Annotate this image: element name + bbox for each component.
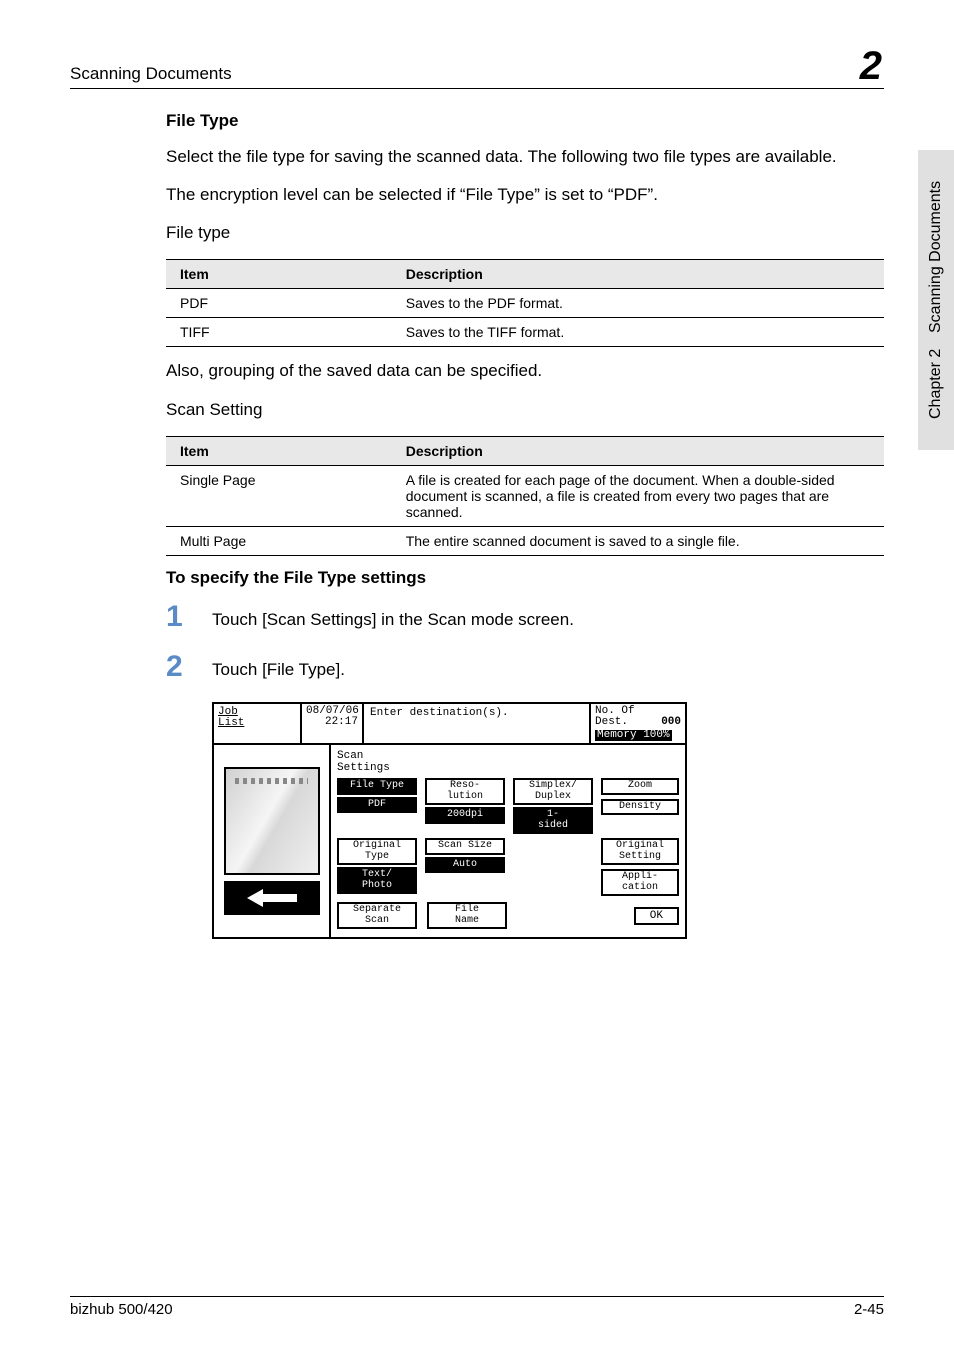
step-2: 2 Touch [File Type]. [166, 652, 884, 682]
table-row: PDF Saves to the PDF format. [166, 289, 884, 318]
col-item: Item [166, 436, 396, 465]
paragraph-file-type-intro: Select the file type for saving the scan… [166, 145, 884, 169]
cell-item: Multi Page [166, 526, 396, 555]
side-tab-section: Scanning Documents [927, 181, 945, 333]
cell-item: TIFF [166, 318, 396, 347]
step-number: 2 [166, 652, 212, 682]
table-row: Multi Page The entire scanned document i… [166, 526, 884, 555]
label-file-type: File type [166, 221, 884, 245]
title-bar: Enter destination(s). [364, 704, 589, 744]
status-area: No. Of Dest. 000 Memory 100% [589, 704, 685, 744]
table-row: Item Description [166, 436, 884, 465]
table-scansetting: Item Description Single Page A file is c… [166, 436, 884, 556]
col-desc: Description [396, 260, 884, 289]
scan-settings-label: Scan Settings [337, 751, 679, 774]
file-name-button[interactable]: File Name [427, 902, 507, 929]
application-button[interactable]: Appli- cation [601, 869, 679, 896]
page-header: Scanning Documents 2 [70, 48, 884, 89]
footer-left: bizhub 500/420 [70, 1301, 173, 1318]
heading-file-type: File Type [166, 111, 884, 131]
label-scan-setting: Scan Setting [166, 398, 884, 422]
table-row: Item Description [166, 260, 884, 289]
ok-button[interactable]: OK [634, 907, 679, 925]
cell-item: Single Page [166, 465, 396, 526]
preview-pane [214, 745, 331, 937]
cell-desc: Saves to the PDF format. [396, 289, 884, 318]
step-number: 1 [166, 602, 212, 632]
file-type-button[interactable]: File Type [337, 778, 417, 795]
col-item: Item [166, 260, 396, 289]
side-tab-chapter: Chapter 2 [927, 349, 945, 419]
density-button[interactable]: Density [601, 799, 679, 816]
scan-size-value: Auto [425, 857, 505, 874]
footer-right: 2-45 [854, 1301, 884, 1318]
touchscreen-screenshot: Job List 08/07/06 22:17 Enter destinatio… [212, 702, 687, 940]
step-1: 1 Touch [Scan Settings] in the Scan mode… [166, 602, 884, 632]
page-preview-icon [224, 767, 320, 875]
table-row: TIFF Saves to the TIFF format. [166, 318, 884, 347]
original-type-button[interactable]: Original Type [337, 838, 417, 865]
paragraph-encryption-note: The encryption level can be selected if … [166, 183, 884, 207]
arrow-left-icon[interactable] [224, 881, 320, 915]
resolution-value: 200dpi [425, 807, 505, 824]
chapter-number: 2 [860, 48, 884, 84]
simplex-duplex-button[interactable]: Simplex/ Duplex [513, 778, 593, 805]
table-filetype: Item Description PDF Saves to the PDF fo… [166, 259, 884, 347]
side-tab: Chapter 2 Scanning Documents [918, 150, 954, 450]
original-setting-button[interactable]: Original Setting [601, 838, 679, 865]
col-desc: Description [396, 436, 884, 465]
simplex-duplex-value: 1- sided [513, 807, 593, 834]
cell-desc: A file is created for each page of the d… [396, 465, 884, 526]
job-list-button[interactable]: Job List [214, 704, 302, 744]
resolution-button[interactable]: Reso- lution [425, 778, 505, 805]
table-row: Single Page A file is created for each p… [166, 465, 884, 526]
cell-desc: The entire scanned document is saved to … [396, 526, 884, 555]
file-type-value: PDF [337, 797, 417, 814]
original-type-value: Text/ Photo [337, 867, 417, 894]
step-text: Touch [Scan Settings] in the Scan mode s… [212, 602, 884, 632]
cell-item: PDF [166, 289, 396, 318]
heading-specify-file-type: To specify the File Type settings [166, 568, 884, 588]
page-footer: bizhub 500/420 2-45 [70, 1296, 884, 1318]
cell-desc: Saves to the TIFF format. [396, 318, 884, 347]
separate-scan-button[interactable]: Separate Scan [337, 902, 417, 929]
zoom-button[interactable]: Zoom [601, 778, 679, 795]
step-text: Touch [File Type]. [212, 652, 884, 682]
scan-size-button[interactable]: Scan Size [425, 838, 505, 855]
breadcrumb: Scanning Documents [70, 64, 232, 84]
datetime: 08/07/06 22:17 [302, 704, 364, 744]
paragraph-grouping-note: Also, grouping of the saved data can be … [166, 359, 884, 383]
